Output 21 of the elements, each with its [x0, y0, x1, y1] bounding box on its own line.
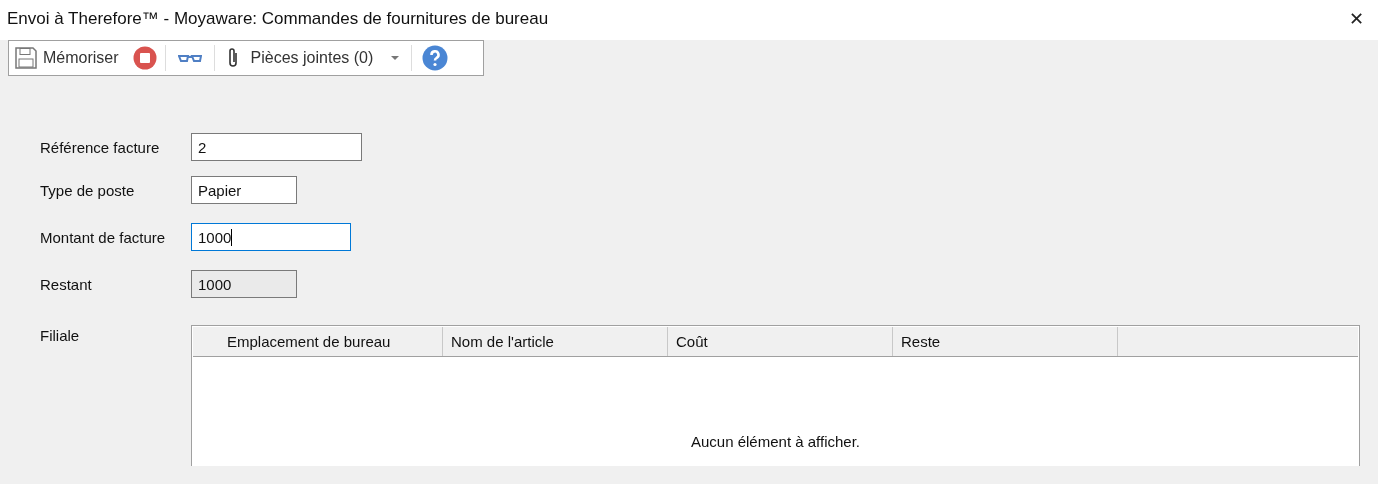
column-header[interactable]: Emplacement de bureau — [193, 327, 443, 356]
window-title: Envoi à Therefore™ - Moyaware: Commandes de fournitures de bureau — [7, 9, 549, 29]
field-label: Restant — [40, 275, 93, 293]
column-header[interactable]: Reste — [893, 327, 1118, 356]
input-field[interactable]: 2 — [191, 133, 362, 161]
paperclip-icon — [226, 47, 239, 69]
input-field[interactable]: 1000 — [191, 223, 351, 251]
save-button[interactable]: Mémoriser — [9, 41, 125, 75]
help-icon[interactable] — [422, 45, 449, 71]
close-button[interactable]: ✕ — [1343, 8, 1370, 30]
glasses-icon[interactable] — [177, 52, 202, 64]
input-field[interactable]: Papier — [191, 176, 297, 204]
attachments-dropdown[interactable]: Pièces jointes (0) — [214, 41, 412, 75]
column-header[interactable]: Nom de l'article — [443, 327, 668, 356]
field-label: Type de poste — [40, 181, 136, 199]
stop-icon[interactable] — [132, 46, 157, 70]
field-label: Filiale — [40, 326, 81, 346]
field-label: Référence facture — [40, 138, 161, 156]
empty-message: Aucun élément à afficher. — [691, 433, 860, 450]
field-label: Montant de facture — [40, 228, 167, 246]
column-header[interactable]: Coût — [668, 327, 893, 356]
